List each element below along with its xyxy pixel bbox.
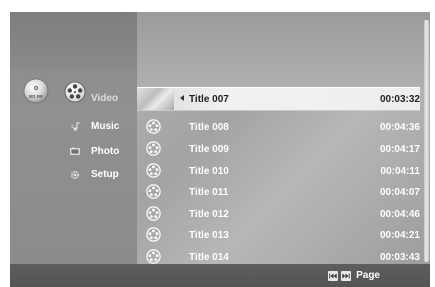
title-duration: 00:03:32 xyxy=(379,93,420,105)
film-reel-icon xyxy=(146,141,161,156)
title-row[interactable]: Title 013 00:04:21 xyxy=(137,224,420,246)
title-name: Title 014 xyxy=(189,251,229,263)
title-name: Title 011 xyxy=(189,186,229,198)
media-menu-screen: BD RE Video Music Photo Setup Title 007 … xyxy=(10,12,430,287)
menu-label-video[interactable]: Video xyxy=(91,93,118,104)
film-reel-icon xyxy=(146,163,161,178)
music-icon xyxy=(71,122,80,131)
scrollbar[interactable] xyxy=(424,20,429,262)
skip-back-icon xyxy=(328,270,339,281)
menu-label-music[interactable]: Music xyxy=(91,121,119,132)
page-label: Page xyxy=(356,270,380,281)
menu-item-photo[interactable] xyxy=(70,147,80,155)
title-row[interactable]: Title 008 00:04:36 xyxy=(137,116,420,138)
title-name: Title 012 xyxy=(189,208,229,220)
film-reel-icon xyxy=(146,227,161,242)
title-duration: 00:04:21 xyxy=(379,229,420,241)
title-duration: 00:04:11 xyxy=(380,165,420,177)
disc-icon: BD RE xyxy=(23,78,49,104)
title-row-selected[interactable]: Title 007 00:03:32 xyxy=(137,87,420,111)
title-name: Title 010 xyxy=(189,165,229,177)
photo-icon xyxy=(70,147,80,155)
title-row[interactable]: Title 012 00:04:46 xyxy=(137,203,420,225)
skip-forward-icon xyxy=(341,270,352,281)
title-row[interactable]: Title 011 00:04:07 xyxy=(137,181,420,203)
title-name: Title 013 xyxy=(189,229,229,241)
menu-label-photo[interactable]: Photo xyxy=(91,146,119,157)
film-reel-icon xyxy=(146,184,161,199)
title-duration: 00:04:46 xyxy=(379,208,420,220)
title-name: Title 007 xyxy=(189,93,229,105)
menu-item-music[interactable] xyxy=(71,122,80,131)
title-duration: 00:04:07 xyxy=(379,186,420,198)
film-reel-icon xyxy=(146,249,161,264)
gear-icon xyxy=(70,170,80,180)
bottom-hint-bar: Page xyxy=(10,264,430,287)
title-duration: 00:04:36 xyxy=(379,121,420,133)
disc-label: BD RE xyxy=(29,94,43,99)
film-reel-icon xyxy=(64,81,86,103)
title-thumbnail xyxy=(137,88,174,110)
title-row[interactable]: Title 009 00:04:17 xyxy=(137,138,420,160)
right-top-band xyxy=(137,12,430,88)
title-name: Title 008 xyxy=(189,121,229,133)
film-reel-icon xyxy=(146,206,161,221)
menu-label-setup[interactable]: Setup xyxy=(91,169,119,180)
title-duration: 00:03:43 xyxy=(379,251,420,263)
menu-item-setup[interactable] xyxy=(70,170,80,180)
menu-item-video[interactable] xyxy=(64,81,86,103)
page-hint: Page xyxy=(328,270,380,281)
title-duration: 00:04:17 xyxy=(379,143,420,155)
title-name: Title 009 xyxy=(189,143,229,155)
left-top-band xyxy=(10,12,137,70)
selection-arrow-icon xyxy=(180,95,184,101)
title-row[interactable]: Title 010 00:04:11 xyxy=(137,160,420,182)
film-reel-icon xyxy=(146,119,161,134)
